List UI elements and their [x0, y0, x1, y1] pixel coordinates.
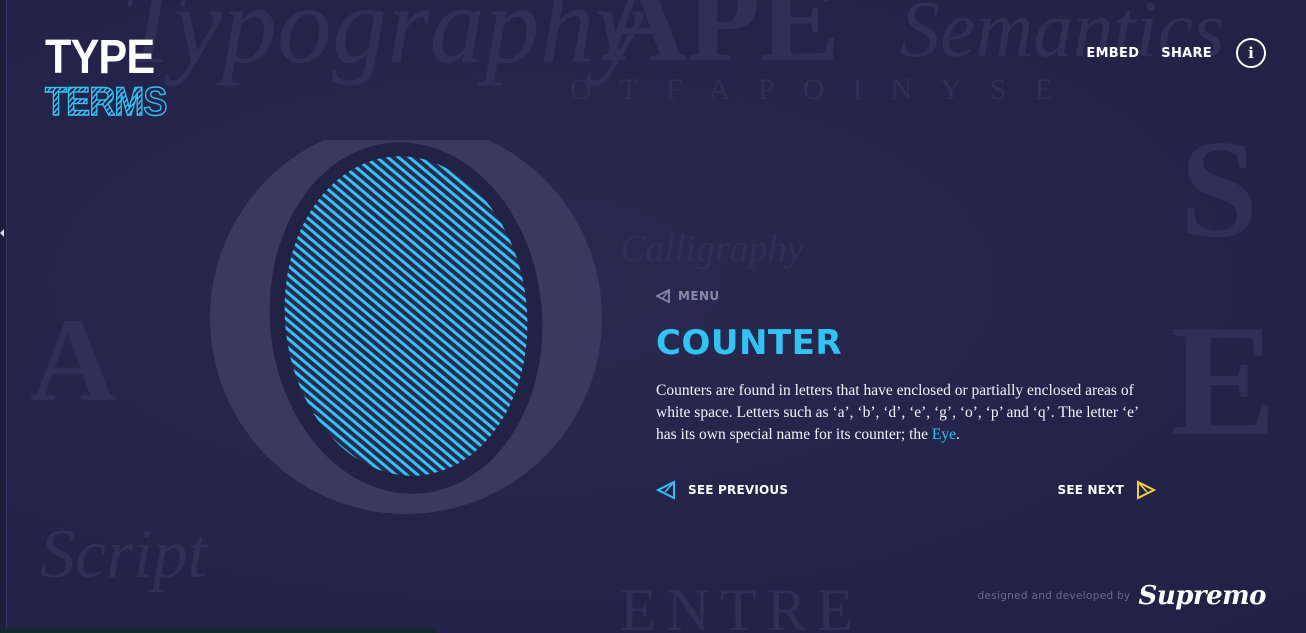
share-link[interactable]: SHARE	[1161, 46, 1212, 61]
term-content: MENU COUNTER Counters are found in lette…	[656, 289, 1156, 446]
description-text: Counters are found in letters that have …	[656, 382, 1138, 443]
top-navigation: EMBED SHARE i	[1086, 38, 1266, 68]
logo-line-terms: TERMS	[44, 80, 168, 124]
back-triangle-icon	[656, 289, 670, 303]
loading-progress-bar	[0, 629, 435, 633]
eye-term-link[interactable]: Eye	[932, 426, 956, 443]
caret-left-icon	[0, 229, 4, 237]
menu-label: MENU	[678, 289, 720, 303]
credit: designed and developed by Supremo	[978, 581, 1267, 611]
type-terms-logo[interactable]: TYPE TERMS	[44, 31, 168, 124]
term-description: Counters are found in letters that have …	[656, 380, 1156, 446]
credit-text: designed and developed by	[977, 590, 1131, 602]
page: Typography APE Semantics OTFAPOINYSE Cal…	[0, 0, 1306, 633]
embed-link[interactable]: EMBED	[1086, 46, 1139, 61]
menu-link[interactable]: MENU	[656, 289, 720, 303]
counter-letter-o-illustration	[210, 140, 602, 514]
term-title: COUNTER	[656, 323, 843, 363]
supremo-logo[interactable]: Supremo	[1139, 581, 1267, 611]
info-icon[interactable]: i	[1236, 38, 1266, 68]
see-previous-label: SEE PREVIOUS	[688, 483, 789, 497]
logo-line-type: TYPE	[45, 31, 155, 84]
description-end: .	[956, 426, 960, 443]
side-drawer-handle[interactable]	[0, 0, 7, 633]
see-previous-button[interactable]: SEE PREVIOUS	[656, 480, 788, 500]
next-triangle-icon	[1137, 480, 1156, 500]
see-next-label: SEE NEXT	[1057, 483, 1124, 497]
see-next-button[interactable]: SEE NEXT	[1057, 480, 1156, 500]
previous-triangle-icon	[656, 480, 675, 500]
term-pager: SEE PREVIOUS SEE NEXT	[656, 480, 1156, 500]
